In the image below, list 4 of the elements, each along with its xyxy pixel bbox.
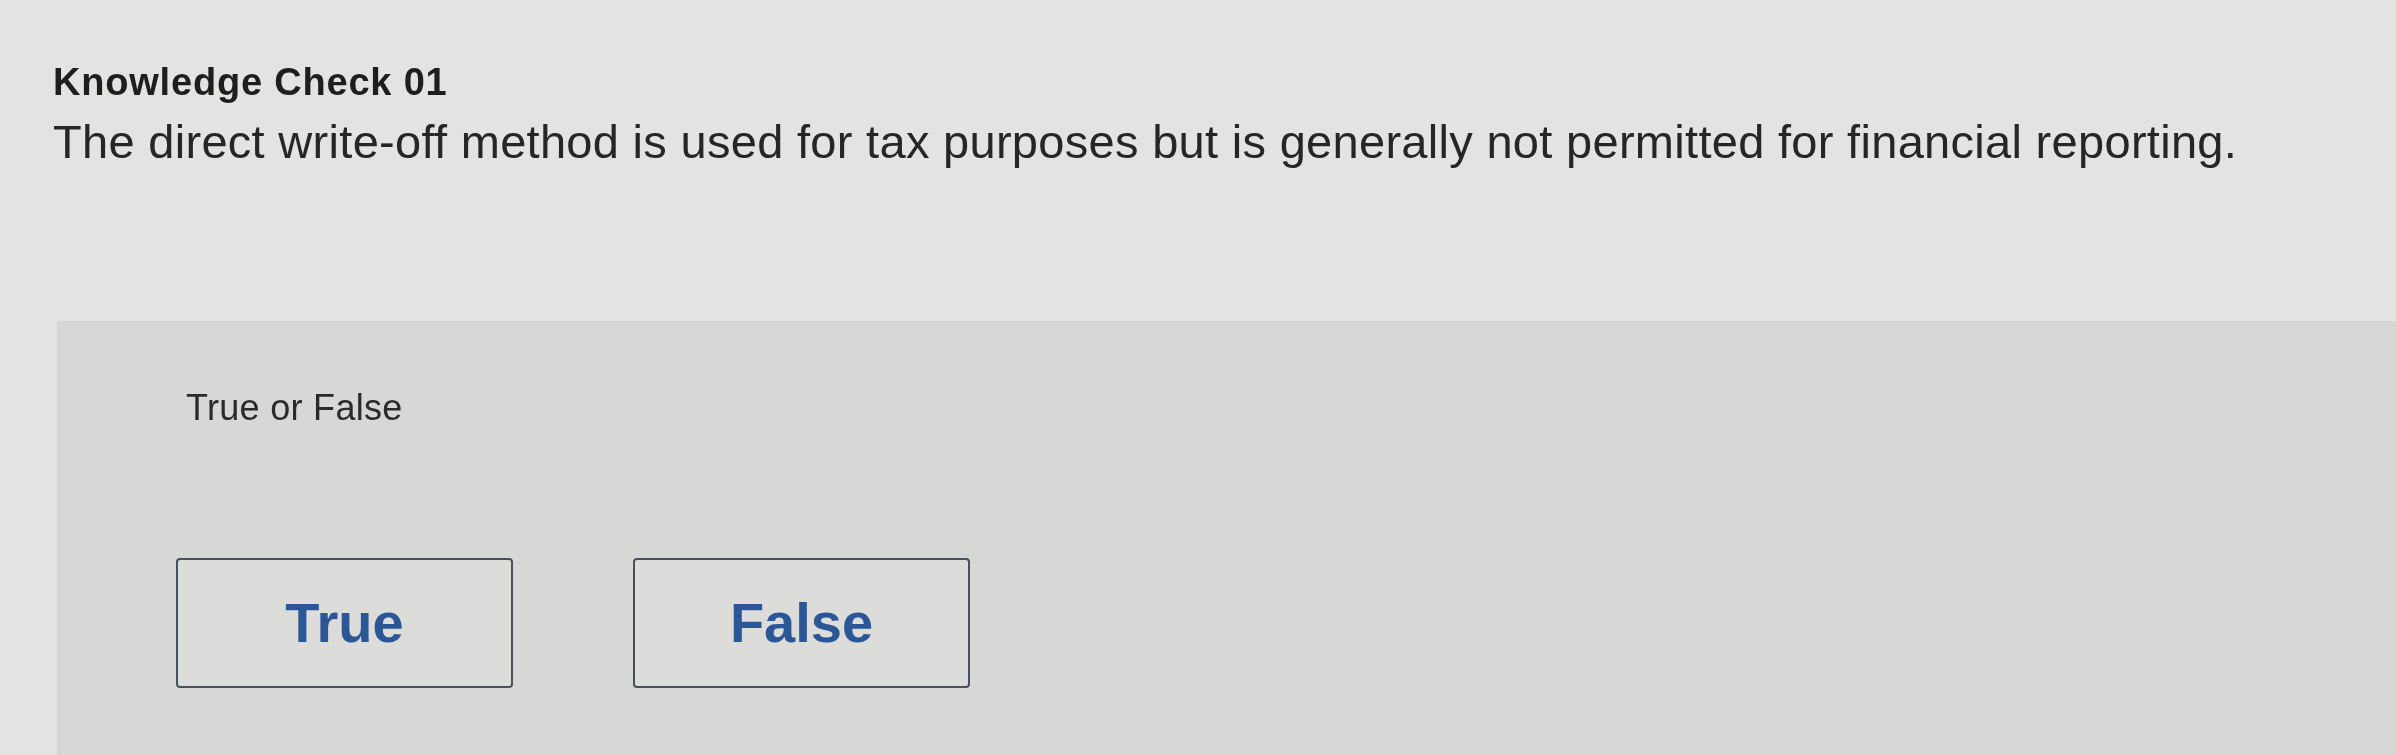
quiz-title: Knowledge Check 01 — [53, 63, 448, 101]
prompt-label: True or False — [186, 390, 403, 426]
answer-button[interactable]: False — [633, 558, 970, 688]
answer-button[interactable]: True — [176, 558, 513, 688]
